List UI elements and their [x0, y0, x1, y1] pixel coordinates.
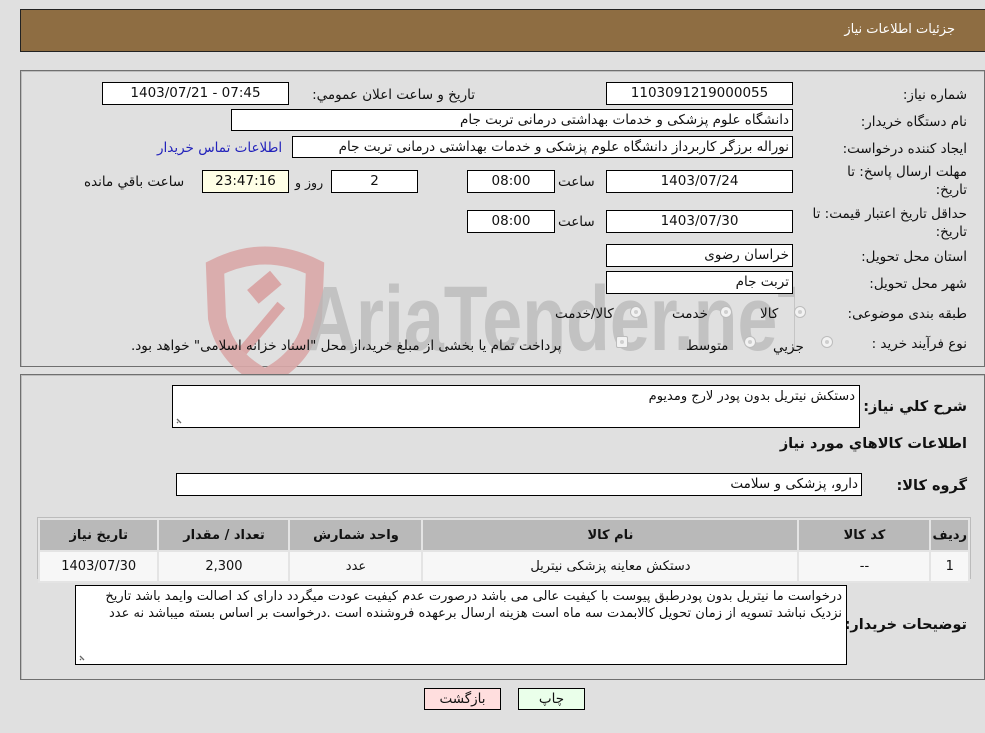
days-remaining-field: 2 [331, 170, 418, 193]
price-validity-label: حداقل تاریخ اعتبار قیمت: تا [812, 206, 967, 222]
payment-note: پرداخت تمام یا بخشی از مبلغ خرید،از محل … [131, 338, 562, 354]
creator-field: نوراله برزگر کاربرداز دانشگاه علوم پزشکی… [292, 136, 793, 158]
category-option-goods-service: کالا/خدمت [555, 306, 614, 322]
items-table-header-row: ردیف کد کالا نام کالا واحد شمارش تعداد /… [37, 518, 970, 552]
remaining-time-label: ساعت باقي مانده [84, 174, 185, 190]
col-header-unit: واحد شمارش [288, 518, 424, 552]
goods-group-field: دارو، پزشکی و سلامت [176, 473, 862, 496]
announce-date-field: 1403/07/21 - 07:45 [102, 82, 289, 105]
need-number-field: 1103091219000055 [606, 82, 793, 105]
province-field: خراسان رضوی [606, 244, 793, 267]
remaining-time-field: 23:47:16 [202, 170, 289, 193]
col-header-need-date: تاریخ نیاز [37, 518, 160, 552]
price-validity-time-label: ساعت [558, 214, 595, 230]
reply-time-label: ساعت [558, 174, 595, 190]
province-label: استان محل تحویل: [861, 249, 967, 265]
reply-deadline-label: مهلت ارسال پاسخ: تا [847, 164, 967, 180]
days-label: روز و [295, 175, 324, 190]
process-label: نوع فرآیند خرید : [871, 336, 967, 352]
process-radio-medium[interactable] [744, 336, 756, 348]
cell-unit: عدد [288, 550, 424, 583]
col-header-quantity: تعداد / مقدار [157, 518, 291, 552]
need-number-label: شماره نیاز: [902, 87, 967, 103]
items-table-container: ردیف کد کالا نام کالا واحد شمارش تعداد /… [37, 517, 971, 583]
reply-time-field: 08:00 [467, 170, 555, 193]
category-radio-service[interactable] [720, 306, 732, 318]
process-option-minor: جزیي [773, 339, 804, 355]
table-row: 1 -- دستکش معاینه پزشکی نیتریل عدد 2,300… [37, 550, 970, 583]
col-header-item-name: نام کالا [421, 518, 800, 552]
resize-grip-icon[interactable] [78, 652, 88, 662]
announce-label: تاریخ و ساعت اعلان عمومي: [312, 87, 475, 103]
buyer-contact-link[interactable]: اطلاعات تماس خریدار [157, 140, 282, 156]
goods-group-label: گروه کالا: [896, 478, 967, 494]
price-validity-date-field: 1403/07/30 [606, 210, 793, 233]
price-validity-label-2: تاریخ: [935, 224, 967, 240]
creator-label: ایجاد کننده درخواست: [842, 141, 967, 157]
summary-text: دستکش نیتریل بدون پودر لارج ومدیوم [648, 389, 855, 404]
reply-date-field: 1403/07/24 [606, 170, 793, 193]
reply-deadline-label-2: تاریخ: [935, 182, 967, 198]
category-option-goods: کالا [760, 306, 779, 322]
cell-quantity: 2,300 [157, 550, 291, 583]
page-title: جزئیات اطلاعات نیاز [844, 22, 955, 37]
back-button[interactable]: بازگشت [424, 688, 501, 710]
page-header: جزئیات اطلاعات نیاز [20, 9, 985, 52]
items-heading: اطلاعات کالاهاي مورد نیاز [779, 436, 967, 452]
summary-label: شرح کلي نیاز: [863, 399, 967, 415]
cell-item-code: -- [797, 550, 932, 583]
cell-row-number: 1 [929, 550, 970, 583]
buyer-notes-label: توضیحات خریدار: [844, 617, 967, 633]
category-option-service: خدمت [672, 306, 708, 322]
resize-grip-icon[interactable] [175, 415, 185, 425]
col-header-row-number: ردیف [929, 518, 970, 552]
process-radio-minor[interactable] [821, 336, 833, 348]
category-radio-goods[interactable] [794, 306, 806, 318]
buyer-org-label: نام دستگاه خریدار: [860, 114, 967, 130]
summary-textarea[interactable]: دستکش نیتریل بدون پودر لارج ومدیوم [172, 385, 860, 428]
process-option-medium: متوسط [686, 338, 729, 354]
cell-need-date: 1403/07/30 [37, 550, 160, 583]
buyer-org-field: دانشگاه علوم پزشکی و خدمات بهداشتی درمان… [231, 109, 793, 131]
price-validity-time-field: 08:00 [467, 210, 555, 233]
cell-item-name: دستکش معاینه پزشکی نیتریل [421, 550, 800, 583]
col-header-item-code: کد کالا [797, 518, 932, 552]
buyer-notes-textarea[interactable]: درخواست ما نیتریل بدون پودرطبق پیوست با … [75, 585, 847, 665]
category-radio-goods-service[interactable] [630, 306, 642, 318]
category-label: طبقه بندی موضوعی: [847, 306, 967, 322]
city-field: تربت جام [606, 271, 793, 294]
items-table: ردیف کد کالا نام کالا واحد شمارش تعداد /… [37, 518, 970, 583]
treasury-payment-checkbox[interactable] [616, 336, 628, 348]
print-button[interactable]: چاپ [518, 688, 585, 710]
city-label: شهر محل تحویل: [869, 276, 967, 292]
buyer-notes-text: درخواست ما نیتریل بدون پودرطبق پیوست با … [105, 589, 842, 621]
